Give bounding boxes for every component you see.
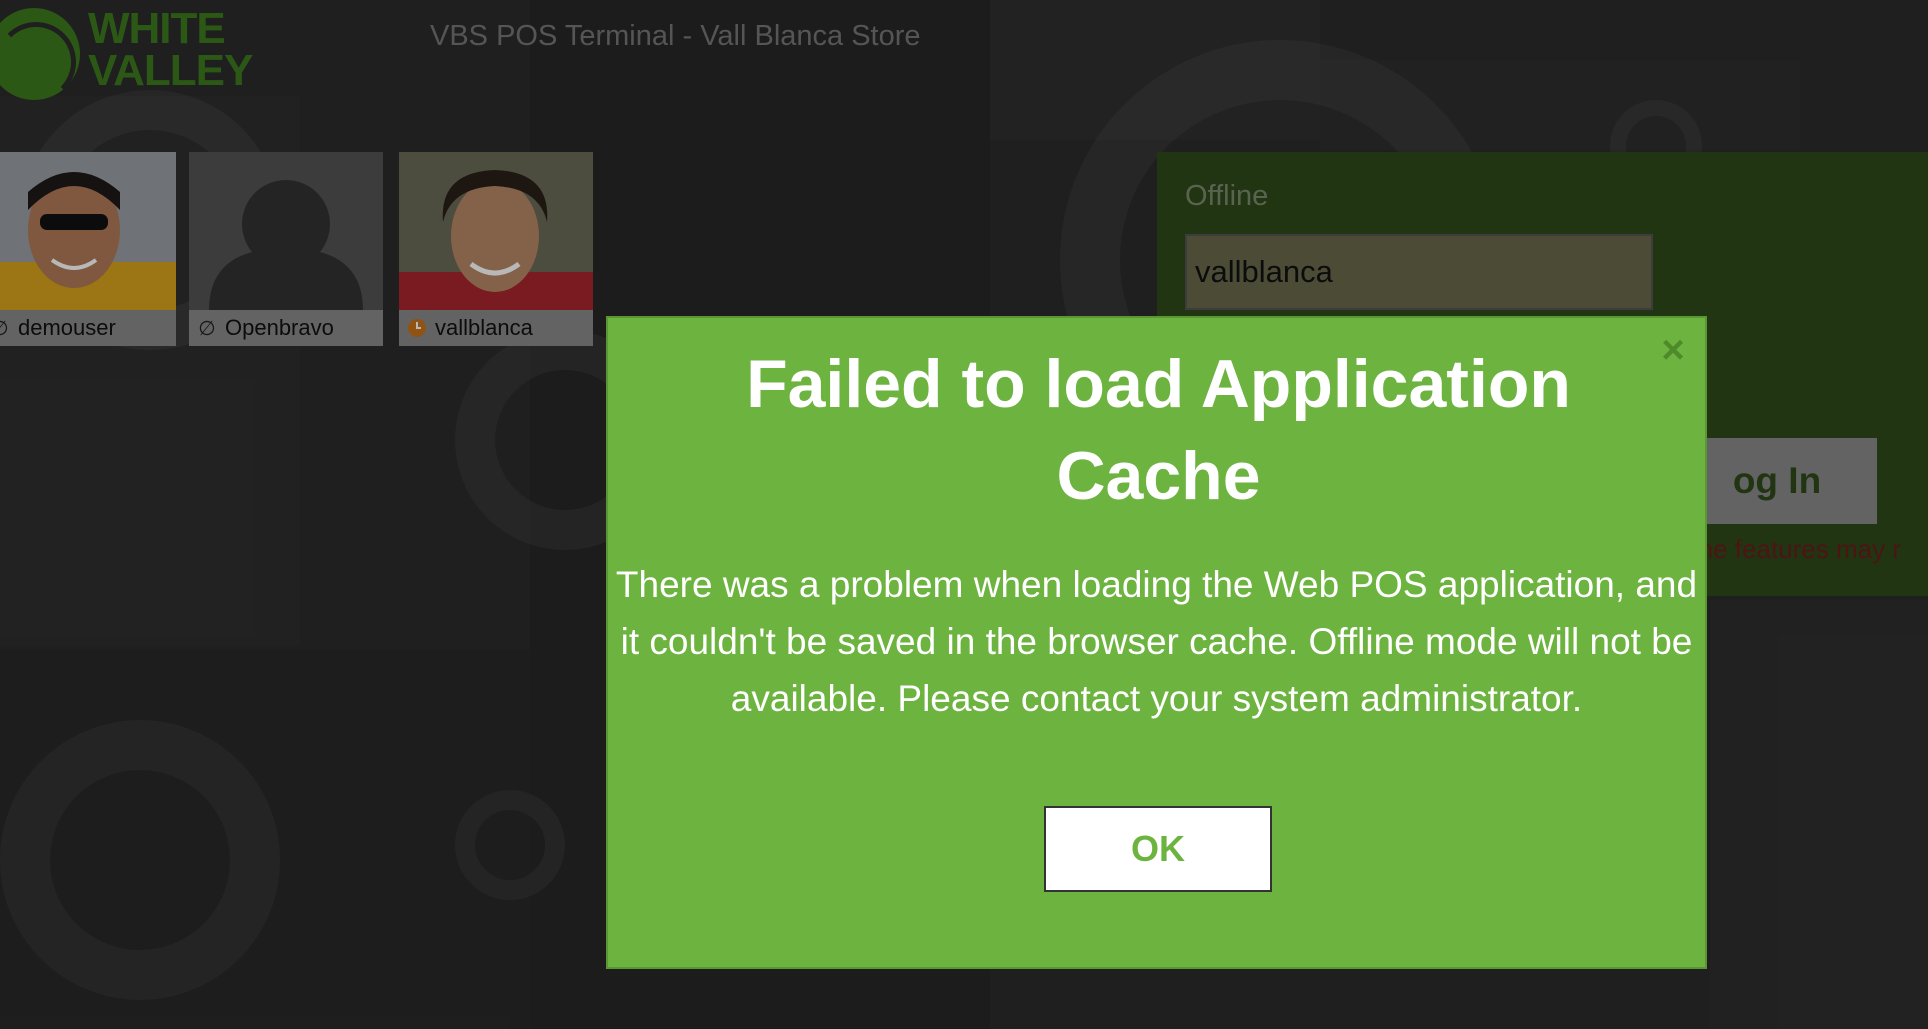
dialog-title: Failed to load Application Cache [746,346,1571,514]
ok-button[interactable]: OK [1044,806,1272,892]
error-dialog: × Failed to load Application Cache There… [606,316,1707,969]
dialog-message: There was a problem when loading the Web… [615,564,1698,719]
